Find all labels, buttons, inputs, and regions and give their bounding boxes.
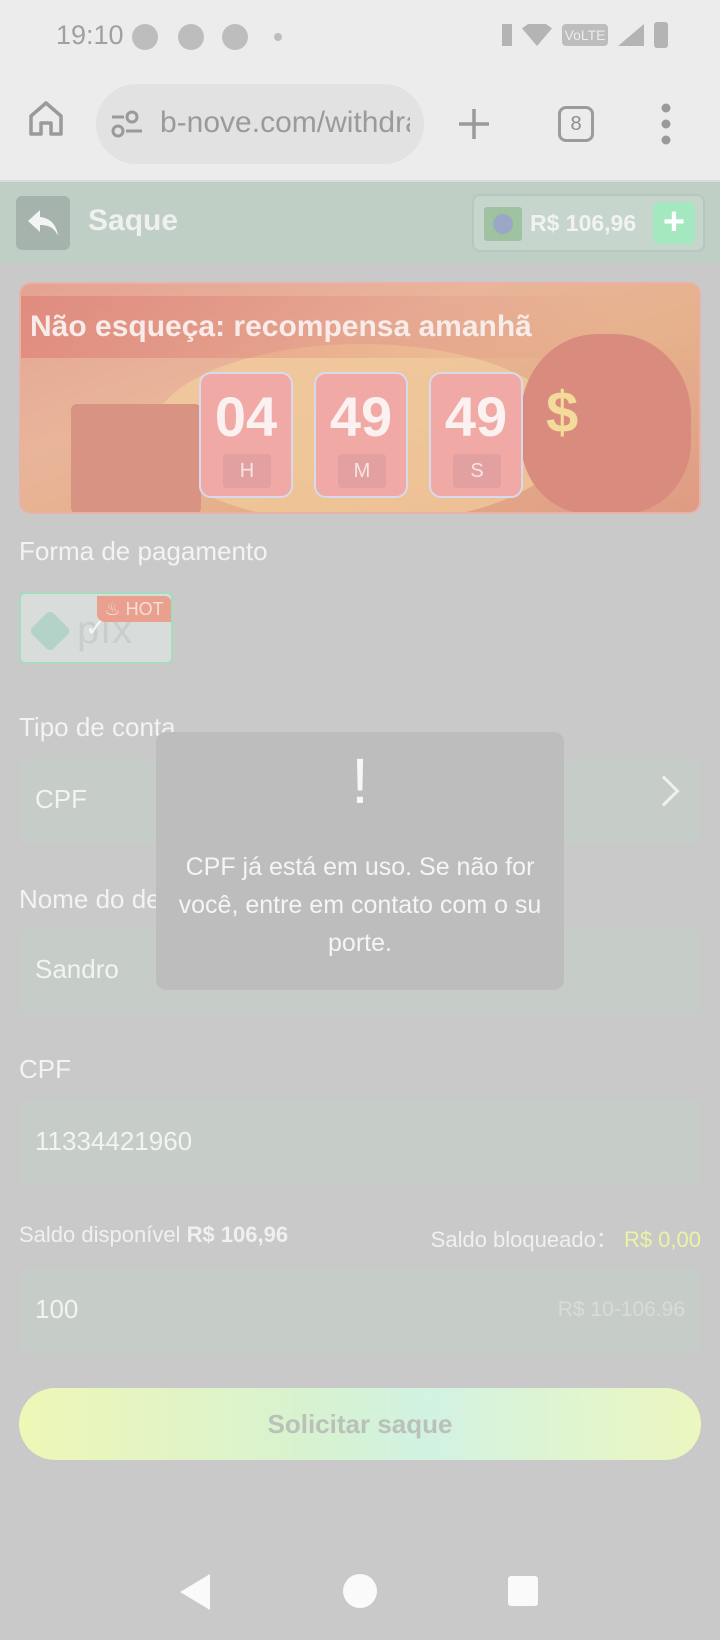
account-type-label: Tipo de conta — [19, 712, 176, 742]
countdown-hours: 04 H — [199, 372, 293, 498]
banner-title: Não esqueça: recompensa amanhã — [21, 296, 621, 358]
deposit-plus-button[interactable]: + — [653, 202, 695, 244]
system-navigation-bar — [0, 1540, 720, 1640]
withdraw-amount-value: 100 — [35, 1294, 79, 1324]
app-header: Saque R$ 106,96 + — [0, 182, 720, 264]
new-tab-icon[interactable] — [456, 106, 492, 142]
error-toast: ! CPF já está em uso. Se não for você, e… — [156, 732, 564, 990]
wifi-icon — [522, 24, 552, 46]
pix-logo-icon — [28, 609, 72, 653]
countdown-minutes-unit: M — [338, 454, 386, 488]
tab-switcher-button[interactable]: 8 — [558, 106, 594, 142]
facebook-notification-icon — [222, 24, 248, 50]
hot-badge-text: HOT — [125, 599, 164, 619]
cpf-label: CPF — [19, 1054, 71, 1084]
facebook-notification-icon — [178, 24, 204, 50]
gift-box-image — [71, 404, 201, 512]
chat-notification-icon — [132, 24, 158, 50]
status-bar: 19:10 VoLTE — [0, 0, 720, 74]
more-options-icon[interactable] — [660, 102, 672, 146]
account-type-value: CPF — [35, 784, 87, 814]
balance-display: R$ 106,96 + — [472, 194, 705, 252]
withdraw-amount-input[interactable]: 100 R$ 10-106.96 — [19, 1268, 701, 1354]
volte-icon: VoLTE — [562, 24, 608, 46]
back-button[interactable] — [16, 196, 70, 250]
cpf-value: 11334421960 — [35, 1126, 193, 1156]
blocked-balance: Saldo bloqueado： R$ 0,00 — [431, 1222, 701, 1254]
exclamation-icon: ! — [351, 745, 369, 817]
available-balance-label: Saldo disponível — [19, 1222, 181, 1247]
page-title: Saque — [88, 204, 179, 237]
nav-back-icon[interactable] — [180, 1574, 210, 1610]
home-icon[interactable] — [26, 98, 66, 138]
countdown-minutes: 49 M — [314, 372, 408, 498]
blocked-balance-value: R$ 0,00 — [623, 1227, 701, 1252]
available-balance-value: R$ 106,96 — [186, 1222, 289, 1247]
countdown-seconds-value: 49 — [444, 385, 508, 448]
request-withdrawal-button[interactable]: Solicitar saque — [19, 1388, 701, 1460]
available-balance: Saldo disponível R$ 106,96 — [19, 1222, 288, 1248]
toast-message: CPF já está em uso. Se não for você, ent… — [178, 853, 542, 957]
browser-toolbar: b-nove.com/withdraw 8 — [0, 74, 720, 182]
battery-icon — [654, 22, 668, 48]
blocked-balance-label: Saldo bloqueado： — [430, 1227, 618, 1252]
payment-method-label: Forma de pagamento — [19, 536, 268, 566]
address-bar[interactable]: b-nove.com/withdraw — [96, 84, 424, 164]
status-time: 19:10 — [56, 20, 124, 50]
reward-countdown-banner[interactable]: Não esqueça: recompensa amanhã 04 H 49 M… — [19, 282, 701, 514]
url-text[interactable]: b-nove.com/withdraw — [160, 106, 410, 140]
signal-icon — [618, 24, 644, 46]
flame-icon: ♨ — [104, 599, 121, 619]
hot-badge: ♨ HOT — [97, 596, 171, 622]
countdown-minutes-value: 49 — [329, 385, 393, 448]
withdraw-amount-range: R$ 10-106.96 — [557, 1298, 685, 1321]
site-settings-icon[interactable] — [110, 110, 144, 138]
recipient-name-value: Sandro — [35, 954, 119, 984]
brazil-flag-icon — [484, 207, 522, 241]
data-arrows-icon — [502, 24, 512, 46]
chevron-right-icon — [648, 775, 680, 807]
dollar-sign-icon: $ — [546, 380, 579, 445]
cpf-field[interactable]: 11334421960 — [19, 1100, 701, 1186]
countdown-hours-value: 04 — [214, 385, 278, 448]
countdown-seconds: 49 S — [429, 372, 523, 498]
payment-option-pix[interactable]: pix ✓ ♨ HOT — [19, 592, 173, 664]
nav-recent-apps-icon[interactable] — [508, 1576, 538, 1606]
countdown-hours-unit: H — [223, 454, 271, 488]
more-notifications-dot-icon — [274, 33, 282, 41]
back-arrow-icon — [28, 210, 58, 236]
countdown-seconds-unit: S — [453, 454, 501, 488]
status-indicators: VoLTE — [502, 22, 668, 48]
balance-amount: R$ 106,96 — [530, 210, 637, 236]
nav-home-icon[interactable] — [343, 1574, 377, 1608]
